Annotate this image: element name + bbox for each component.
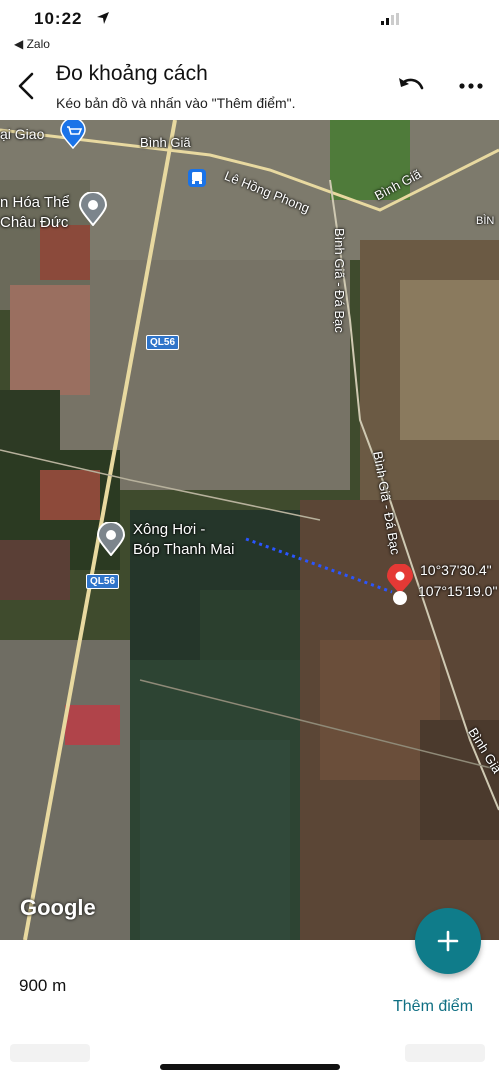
poi-label-xong-hoi[interactable]: Xông Hơi - Bóp Thanh Mai <box>133 520 234 560</box>
undo-icon[interactable] <box>396 74 426 98</box>
status-time: 10:22 <box>34 9 83 28</box>
shopping-pin-icon[interactable] <box>60 120 86 149</box>
page-title: Đo khoảng cách <box>56 62 208 85</box>
poi-label-xong-hoi-line1: Xông Hơi - <box>133 521 206 538</box>
google-logo: Google <box>20 895 96 920</box>
bus-stop-icon[interactable] <box>188 169 206 187</box>
add-point-fab[interactable] <box>415 908 481 974</box>
coordinate-latitude: 10°37'30.4" <box>420 562 492 578</box>
faded-toolbar <box>10 1044 485 1062</box>
home-indicator <box>160 1064 340 1070</box>
back-to-zalo-link[interactable]: ◀ Zalo <box>14 37 50 51</box>
distance-readout: 900 m <box>19 976 67 995</box>
place-pin-icon-2[interactable] <box>97 522 125 556</box>
place-pin-icon[interactable] <box>79 192 107 226</box>
back-arrow-icon[interactable] <box>12 70 42 102</box>
poi-label-van-hoa-line1: n Hóa Thể <box>0 194 70 211</box>
coordinate-longitude: 107°15'19.0" <box>418 583 498 599</box>
satellite-map[interactable]: ại Giao Bình Giã Lê Hồng Phong Bình Giã … <box>0 120 499 940</box>
measurement-pin-icon[interactable] <box>386 564 414 608</box>
map-label-ngai-giao: ại Giao <box>0 126 45 142</box>
poi-label-van-hoa[interactable]: n Hóa Thể Châu Đức <box>0 193 70 233</box>
map-label-binh-edge: BÌN <box>476 215 495 227</box>
highway-shield-ql56-lower: QL56 <box>86 574 120 589</box>
page-subtitle: Kéo bản đồ và nhấn vào "Thêm điểm". <box>56 95 296 111</box>
add-point-button[interactable]: Thêm điểm <box>393 998 473 1016</box>
more-options-icon[interactable] <box>457 76 485 96</box>
status-bar: 10:22 <box>0 0 499 34</box>
map-label-binh-gia-top: Bình Giã <box>140 135 191 150</box>
plus-icon <box>437 930 459 952</box>
poi-label-xong-hoi-line2: Bóp Thanh Mai <box>133 541 235 558</box>
poi-label-van-hoa-line2: Châu Đức <box>0 214 69 231</box>
app-header: Đo khoảng cách Kéo bản đồ và nhấn vào "T… <box>0 52 499 120</box>
map-label-binh-gia-da-bac-1: Bình Giã - Đá Bạc <box>332 228 347 333</box>
location-arrow-icon <box>97 12 109 24</box>
map-imagery <box>0 120 499 940</box>
signal-icon <box>381 13 399 25</box>
highway-shield-ql56: QL56 <box>146 335 180 350</box>
